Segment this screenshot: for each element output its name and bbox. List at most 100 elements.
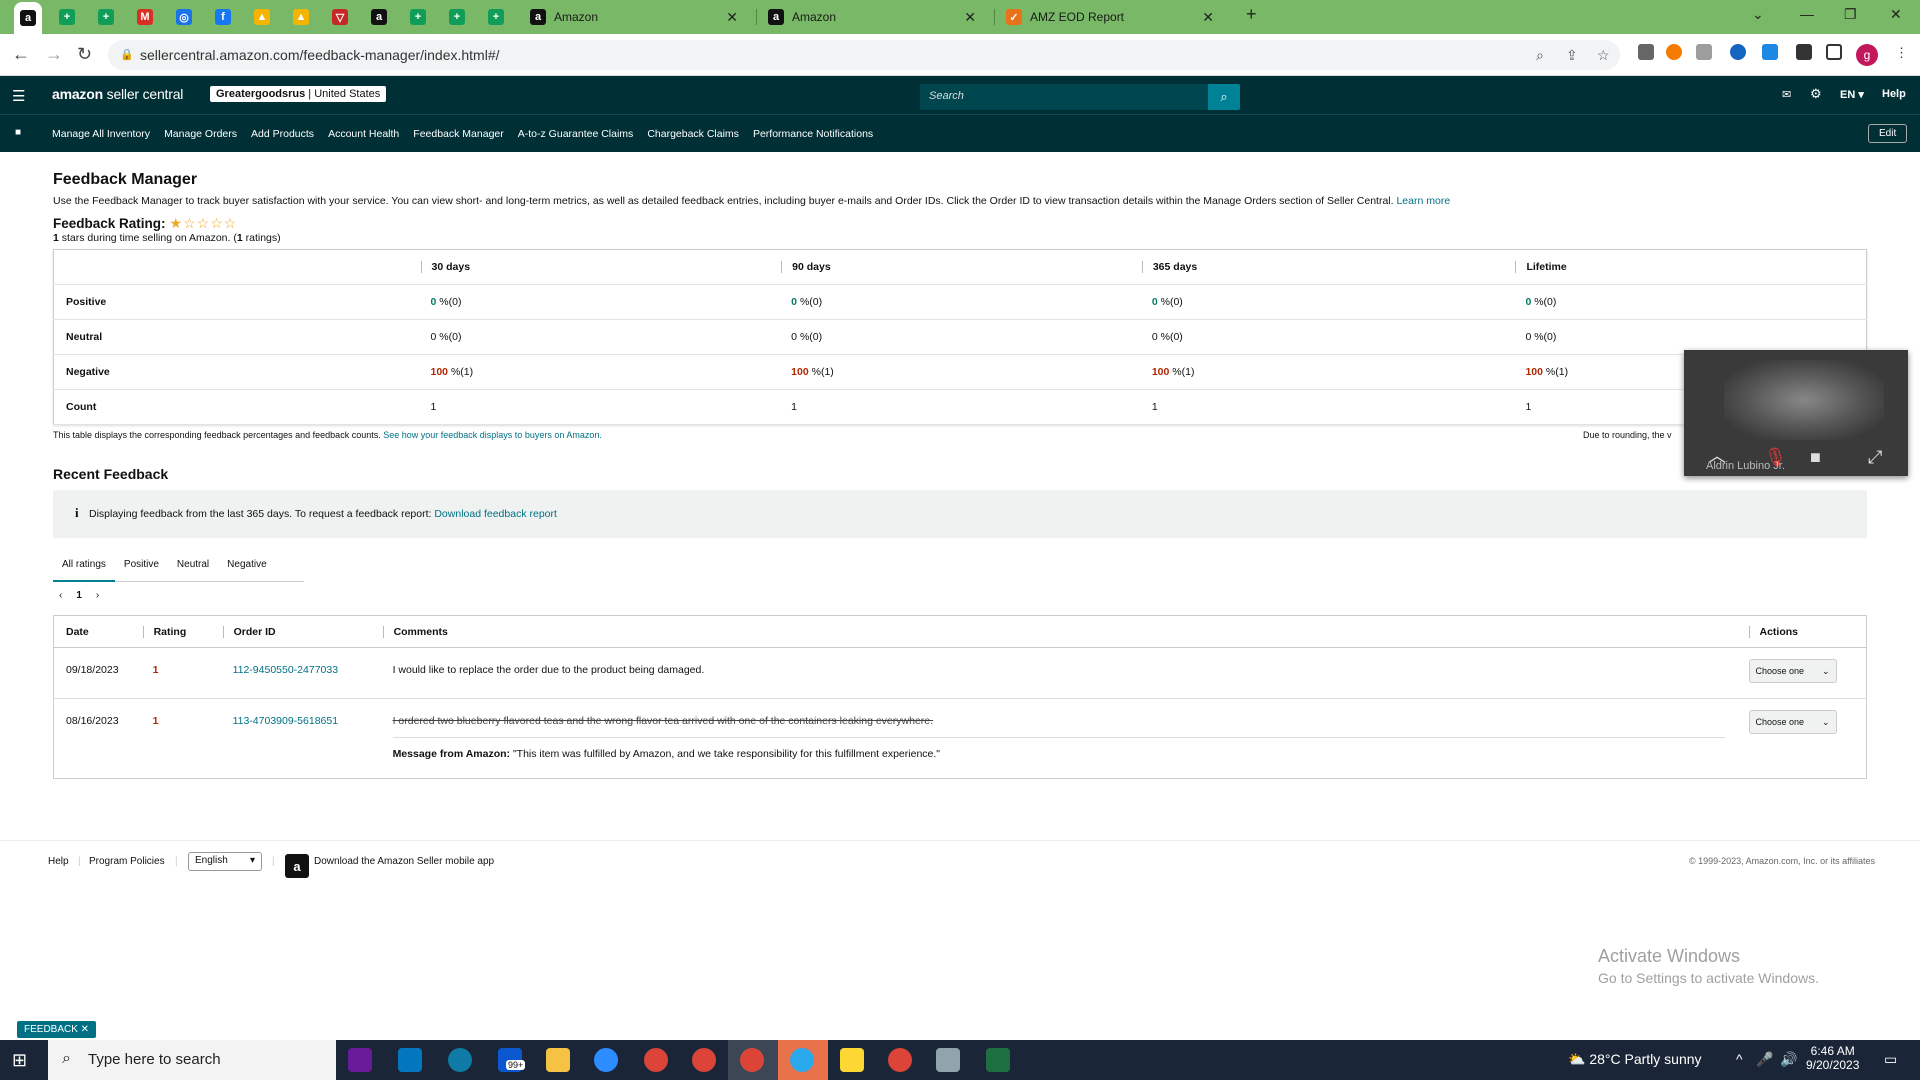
zoom-icon[interactable]: ⌕ xyxy=(1536,47,1544,64)
video-call-popup[interactable]: ︿ 🎙 ■ ⤢ Aldrin Lubino Jr. xyxy=(1684,350,1908,476)
extensions-puzzle-icon[interactable] xyxy=(1796,44,1812,60)
zoom-app-icon[interactable] xyxy=(594,1048,618,1072)
extension-keepa-icon[interactable] xyxy=(1696,44,1712,60)
nav-item[interactable]: A-to-z Guarantee Claims xyxy=(518,128,634,140)
extension-firefox-icon[interactable] xyxy=(1666,44,1682,60)
tab-search-icon[interactable]: ⌄ xyxy=(1752,6,1764,23)
extension-off-icon[interactable] xyxy=(1638,44,1654,60)
search-button[interactable]: ⌕ xyxy=(1208,84,1240,110)
calculator-icon[interactable] xyxy=(936,1048,960,1072)
language-select[interactable]: English ▾ xyxy=(188,852,262,871)
share-icon[interactable]: ⇪ xyxy=(1566,47,1578,64)
telegram-icon[interactable] xyxy=(790,1048,814,1072)
edit-nav-button[interactable]: Edit xyxy=(1868,124,1908,143)
pinned-tab[interactable]: a xyxy=(365,4,393,30)
browser-tab[interactable]: a Amazon ✕ xyxy=(758,4,986,30)
url-omnibox[interactable]: 🔒 sellercentral.amazon.com/feedback-mana… xyxy=(108,40,1620,70)
minimize-icon[interactable]: — xyxy=(1800,6,1814,22)
footer-help-link[interactable]: Help xyxy=(48,856,69,867)
close-window-icon[interactable]: ✕ xyxy=(1890,6,1902,23)
forward-icon[interactable]: → xyxy=(45,44,63,65)
pinned-tab[interactable]: + xyxy=(92,4,120,30)
reload-icon[interactable]: ↻ xyxy=(77,44,92,65)
pinned-tab[interactable]: ▲ xyxy=(287,4,315,30)
bookmark-star-icon[interactable]: ☆ xyxy=(1597,47,1610,64)
chrome-icon[interactable] xyxy=(740,1048,764,1072)
chrome-icon[interactable] xyxy=(692,1048,716,1072)
pinned-tab[interactable]: a xyxy=(14,2,42,34)
close-tab-icon[interactable]: ✕ xyxy=(726,9,738,26)
download-report-link[interactable]: Download feedback report xyxy=(434,508,557,520)
filter-tab[interactable]: All ratings xyxy=(53,548,115,582)
close-tab-icon[interactable]: ✕ xyxy=(1202,9,1214,26)
pinned-tab[interactable]: + xyxy=(404,4,432,30)
excel-icon[interactable] xyxy=(986,1048,1010,1072)
back-icon[interactable]: ← xyxy=(12,44,30,65)
feedback-badge[interactable]: FEEDBACK ✕ xyxy=(17,1021,97,1038)
seller-central-logo[interactable]: amazon seller central xyxy=(52,86,183,102)
profile-avatar[interactable]: g xyxy=(1856,44,1878,66)
pinned-tab[interactable]: + xyxy=(53,4,81,30)
pinned-tab[interactable]: ◎ xyxy=(170,4,198,30)
task-view-icon[interactable] xyxy=(348,1048,372,1072)
side-panel-icon[interactable] xyxy=(1826,44,1842,60)
mail-icon[interactable]: ✉ xyxy=(1782,88,1791,101)
bookmark-icon[interactable]: ■ xyxy=(15,127,21,138)
order-id-link[interactable]: 112-9450550-2477033 xyxy=(233,664,339,676)
nav-item[interactable]: Account Health xyxy=(328,128,399,140)
prev-page-icon[interactable]: ‹ xyxy=(59,590,62,601)
language-selector[interactable]: EN ▾ xyxy=(1840,88,1864,101)
account-switcher[interactable]: Greatergoodsrus | United States xyxy=(210,86,387,102)
file-explorer-icon[interactable] xyxy=(546,1048,570,1072)
feedback-display-link[interactable]: See how your feedback displays to buyers… xyxy=(383,430,602,440)
taskbar-search-input[interactable]: ⌕ Type here to search xyxy=(48,1040,336,1080)
order-id-link[interactable]: 113-4703909-5618651 xyxy=(233,715,339,727)
settings-gear-icon[interactable]: ⚙ xyxy=(1810,86,1822,102)
system-clock[interactable]: 6:46 AM 9/20/2023 xyxy=(1806,1044,1859,1072)
nav-item[interactable]: Feedback Manager xyxy=(413,128,503,140)
nav-item[interactable]: Manage Orders xyxy=(164,128,237,140)
pinned-tab[interactable]: + xyxy=(482,4,510,30)
nav-item[interactable]: Chargeback Claims xyxy=(647,128,739,140)
download-app-link[interactable]: Download the Amazon Seller mobile app xyxy=(314,856,494,867)
browser-tab[interactable]: a Amazon ✕ xyxy=(520,4,748,30)
filter-tab[interactable]: Positive xyxy=(115,548,168,582)
search-input[interactable]: Search xyxy=(920,84,1210,110)
browser-tab[interactable]: ✓ AMZ EOD Report ✕ xyxy=(996,4,1224,30)
program-policies-link[interactable]: Program Policies xyxy=(89,856,165,867)
chrome-icon[interactable] xyxy=(888,1048,912,1072)
extension-globe-icon[interactable] xyxy=(1730,44,1746,60)
next-page-icon[interactable]: › xyxy=(96,590,99,601)
tray-chevron-icon[interactable]: ^ xyxy=(1736,1051,1743,1067)
maximize-icon[interactable]: ❐ xyxy=(1844,6,1857,23)
choose-action-dropdown[interactable]: Choose one ⌄ xyxy=(1748,710,1837,734)
volume-icon[interactable]: 🔊 xyxy=(1780,1051,1797,1068)
seller-app-icon[interactable]: a xyxy=(285,854,309,878)
microphone-icon[interactable]: 🎤 xyxy=(1756,1051,1773,1068)
extension-chart-icon[interactable] xyxy=(1762,44,1778,60)
camera-icon[interactable]: ■ xyxy=(1810,447,1821,468)
browser-menu-icon[interactable]: ⋮ xyxy=(1895,45,1908,61)
popout-icon[interactable]: ⤢ xyxy=(1868,447,1882,468)
store-icon[interactable] xyxy=(398,1048,422,1072)
pinned-tab[interactable]: ▽ xyxy=(326,4,354,30)
mail-app-icon[interactable]: 99+ xyxy=(498,1048,526,1072)
pinned-tab[interactable]: + xyxy=(443,4,471,30)
close-tab-icon[interactable]: ✕ xyxy=(964,9,976,26)
nav-item[interactable]: Performance Notifications xyxy=(753,128,873,140)
windows-start-icon[interactable]: ⊞ xyxy=(12,1050,27,1071)
choose-action-dropdown[interactable]: Choose one ⌄ xyxy=(1748,659,1837,683)
pinned-tab[interactable]: f xyxy=(209,4,237,30)
filter-tab[interactable]: Neutral xyxy=(168,548,218,582)
nav-item[interactable]: Manage All Inventory xyxy=(52,128,150,140)
hamburger-menu-icon[interactable]: ☰ xyxy=(12,87,25,105)
edge-icon[interactable] xyxy=(448,1048,472,1072)
weather-widget[interactable]: ⛅ 28°C Partly sunny xyxy=(1568,1051,1702,1068)
pinned-tab[interactable]: M xyxy=(131,4,159,30)
filter-tab[interactable]: Negative xyxy=(218,548,275,582)
sticky-notes-icon[interactable] xyxy=(840,1048,864,1072)
pinned-tab[interactable]: ▲ xyxy=(248,4,276,30)
page-number[interactable]: 1 xyxy=(76,590,82,601)
new-tab-icon[interactable]: + xyxy=(1246,4,1257,25)
notifications-icon[interactable]: ▭ xyxy=(1884,1051,1897,1068)
